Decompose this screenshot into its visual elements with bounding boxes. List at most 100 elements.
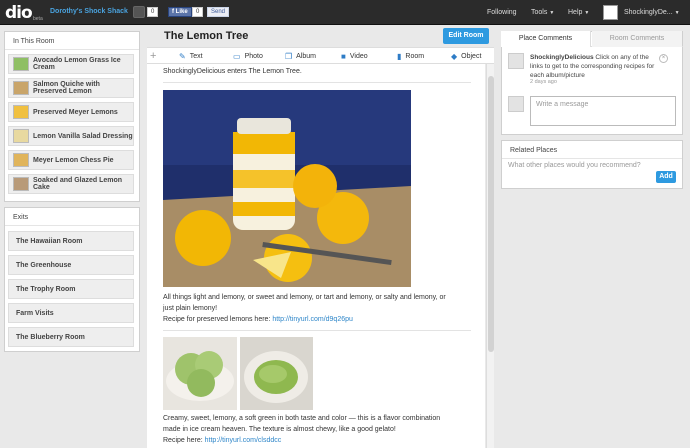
nav-following[interactable]: Following <box>487 9 517 16</box>
post-text: All things light and lemony, or sweet an… <box>163 294 446 301</box>
top-bar: dio beta Dorothy's Shock Shack 0 f Like … <box>0 0 690 25</box>
nav-help-label: Help <box>568 9 583 16</box>
like-heart-icon[interactable] <box>133 6 145 18</box>
room-item[interactable]: Soaked and Glazed Lemon Cake <box>8 174 134 194</box>
exit-link[interactable]: The Blueberry Room <box>8 327 134 347</box>
room-item-label: Salmon Quiche with Preserved Lemon <box>33 81 100 95</box>
post-text: Creamy, sweet, lemony, a soft green in b… <box>163 415 441 422</box>
door-icon: ▮ <box>397 52 402 61</box>
room-item-label: Avocado Lemon Grass Ice Cream <box>33 57 121 71</box>
post-album-label: Album <box>296 53 317 60</box>
post-room-label: Room <box>405 53 425 60</box>
exit-link[interactable]: The Hawaiian Room <box>8 231 134 251</box>
room-item[interactable]: Preserved Meyer Lemons <box>8 102 134 122</box>
exit-link[interactable]: The Greenhouse <box>8 255 134 275</box>
nav-help[interactable]: Help ▼ <box>568 9 589 16</box>
message-input[interactable]: Write a message <box>530 96 676 126</box>
comment-tabs: Place Comments Room Comments <box>501 31 683 47</box>
room-item[interactable]: Meyer Lemon Chess Pie <box>8 150 134 170</box>
room-item[interactable]: Salmon Quiche with Preserved Lemon <box>8 78 134 98</box>
post-text-button[interactable]: ✎ Text <box>179 52 203 61</box>
tab-place-comments[interactable]: Place Comments <box>501 31 591 47</box>
user-avatar[interactable] <box>603 5 618 20</box>
related-places-title: Related Places <box>502 141 682 159</box>
exits-title: Exits <box>5 208 139 226</box>
facebook-send-button[interactable]: Send <box>207 7 230 17</box>
comment-timestamp: 2 days ago <box>530 79 557 85</box>
room-item-label: Preserved Meyer Lemons <box>33 108 118 116</box>
post-toolbar: + ✎ Text ▭ Photo ❐ Album ■ Video ▮ Room ◆ Obje… <box>147 47 494 64</box>
enter-notice: ShockinglyDelicious enters The Lemon Tre… <box>163 68 302 75</box>
post-text-label: Text <box>189 53 203 60</box>
post-text: just plain lemony! <box>163 305 218 312</box>
tab-room-comments[interactable]: Room Comments <box>592 31 682 47</box>
preserved-lemons-thumbnail <box>13 105 29 119</box>
in-this-room-title: In This Room <box>5 32 139 50</box>
room-item-label: Meyer Lemon Chess Pie <box>33 156 114 164</box>
nav-tools-label: Tools <box>531 9 548 16</box>
recipe-label: Recipe for preserved lemons here: <box>163 316 273 323</box>
recipe-link[interactable]: http://tinyurl.com/d9q26pu <box>272 316 353 323</box>
avocado-ice-cream-thumbnail <box>13 57 29 71</box>
room-item[interactable]: Avocado Lemon Grass Ice Cream <box>8 54 134 74</box>
commenter-avatar[interactable] <box>508 53 524 69</box>
facebook-like-label: Like <box>175 9 188 15</box>
chevron-down-icon: ▼ <box>549 10 555 16</box>
page-title: The Lemon Tree <box>164 30 249 42</box>
add-icon[interactable]: + <box>150 50 156 62</box>
chevron-down-icon: ▼ <box>674 10 680 16</box>
exit-link[interactable]: Farm Visits <box>8 303 134 323</box>
dio-logo[interactable]: dio <box>5 3 33 23</box>
my-avatar <box>508 96 524 112</box>
post-photo-label: Photo <box>244 53 263 60</box>
recipe-link[interactable]: http://tinyurl.com/clsddcc <box>205 437 282 444</box>
post-album-button[interactable]: ❐ Album <box>285 52 316 61</box>
post-object-button[interactable]: ◆ Object <box>451 52 481 61</box>
post-photo-button[interactable]: ▭ Photo <box>233 52 263 61</box>
room-item-label: Lemon Vanilla Salad Dressing <box>33 132 133 140</box>
nav-user[interactable]: ShockinglyDe... ▼ <box>624 9 680 16</box>
album-icon: ❐ <box>285 52 293 61</box>
related-places-question: What other places would you recommend? <box>508 162 641 169</box>
lemon-jar-photo[interactable] <box>163 90 411 287</box>
comment-body: ShockinglyDelicious Click on any of the … <box>530 53 656 80</box>
divider <box>163 330 471 331</box>
beta-label: beta <box>33 16 43 22</box>
facebook-like-button[interactable]: f Like <box>168 7 192 17</box>
user-name-label: ShockinglyDe... <box>624 9 673 16</box>
feed-scrollbar[interactable] <box>486 64 494 448</box>
like-count: 0 <box>147 7 159 17</box>
salad-dressing-thumbnail <box>13 129 29 143</box>
divider <box>163 82 471 83</box>
add-button[interactable]: Add <box>656 171 676 183</box>
exit-link[interactable]: The Trophy Room <box>8 279 134 299</box>
site-name-link[interactable]: Dorothy's Shock Shack <box>50 8 128 15</box>
post-video-label: Video <box>349 53 368 60</box>
salmon-quiche-thumbnail <box>13 81 29 95</box>
post-object-label: Object <box>461 53 482 60</box>
facebook-like-count: 0 <box>192 7 204 17</box>
recipe-label: Recipe here: <box>163 437 205 444</box>
scrollbar-thumb[interactable] <box>488 76 494 352</box>
post-recipe: Recipe for preserved lemons here: http:/… <box>163 315 353 325</box>
post-recipe: Recipe here: http://tinyurl.com/clsddcc <box>163 436 281 446</box>
room-item-label: Soaked and Glazed Lemon Cake <box>33 177 123 191</box>
close-icon[interactable]: × <box>659 54 668 63</box>
lemon-cake-thumbnail <box>13 177 29 191</box>
chess-pie-thumbnail <box>13 153 29 167</box>
pencil-icon: ✎ <box>179 52 186 61</box>
video-camera-icon: ■ <box>341 52 346 61</box>
post-video-button[interactable]: ■ Video <box>341 52 368 61</box>
activity-feed: ShockinglyDelicious enters The Lemon Tre… <box>147 64 485 448</box>
chevron-down-icon: ▼ <box>584 10 590 16</box>
photo-icon: ▭ <box>233 52 241 61</box>
room-item[interactable]: Lemon Vanilla Salad Dressing <box>8 126 134 146</box>
nav-tools[interactable]: Tools ▼ <box>531 9 554 16</box>
avocado-ice-cream-photo[interactable] <box>163 337 237 410</box>
post-room-button[interactable]: ▮ Room <box>397 52 424 61</box>
post-text: made in ice cream heaven. The texture is… <box>163 426 396 433</box>
cube-icon: ◆ <box>451 52 458 61</box>
comment-author[interactable]: ShockinglyDelicious <box>530 54 594 61</box>
edit-room-button[interactable]: Edit Room <box>443 28 489 44</box>
avocado-gelato-photo[interactable] <box>240 337 313 410</box>
